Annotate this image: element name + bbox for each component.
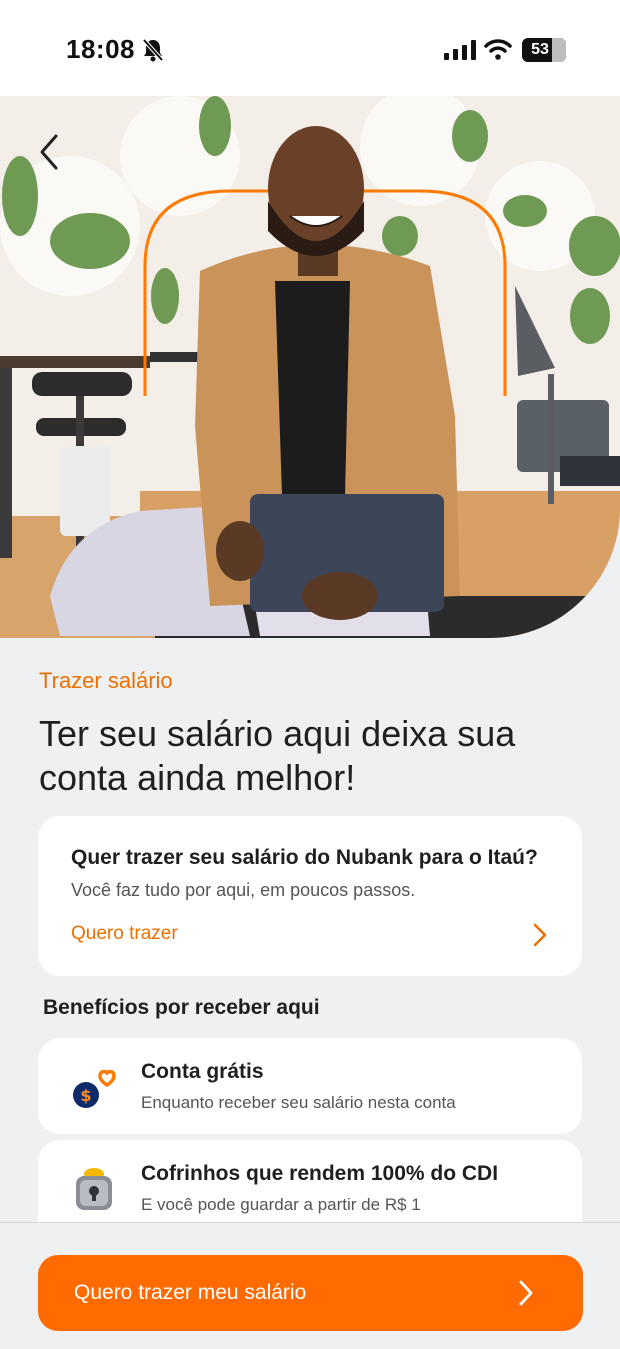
benefit-title: Cofrinhos que rendem 100% do CDI [141, 1162, 499, 1185]
benefit-item-free-account: $ Conta grátis Enquanto receber seu salá… [38, 1038, 582, 1134]
benefit-description: E você pode guardar a partir de R$ 1 [141, 1195, 421, 1214]
card-title: Quer trazer seu salário do Nubank para o… [71, 846, 538, 869]
hero-image [0, 96, 620, 638]
wifi-icon [484, 39, 512, 60]
benefit-description: Enquanto receber seu salário nesta conta [141, 1093, 456, 1112]
benefit-title: Conta grátis [141, 1060, 264, 1083]
battery-level: 53 [531, 41, 549, 58]
bring-salary-button[interactable]: Quero trazer meu salário [38, 1255, 583, 1331]
page-title: Ter seu salário aqui deixa sua conta ain… [39, 713, 516, 798]
cta-label: Quero trazer meu salário [74, 1281, 307, 1304]
signal-icon [444, 40, 476, 60]
back-button[interactable] [30, 130, 70, 174]
status-time: 18:08 [66, 34, 135, 64]
chevron-right-icon [519, 1280, 533, 1306]
quero-trazer-link[interactable]: Quero trazer [71, 923, 178, 945]
salary-transfer-card[interactable]: Quer trazer seu salário do Nubank para o… [38, 816, 582, 976]
coin-heart-icon: $ [73, 1069, 116, 1108]
benefits-section-title: Benefícios por receber aqui [43, 996, 320, 1019]
eyebrow-label: Trazer salário [39, 668, 173, 693]
bell-muted-icon [142, 38, 164, 62]
chevron-right-icon[interactable] [532, 922, 548, 948]
svg-text:$: $ [80, 1086, 91, 1105]
card-description: Você faz tudo por aqui, em poucos passos… [71, 880, 416, 900]
piggy-lock-icon [76, 1168, 112, 1210]
battery-indicator: 53 [522, 38, 566, 62]
hero-illustration [0, 96, 620, 638]
status-bar: 18:08 53 [0, 0, 620, 96]
